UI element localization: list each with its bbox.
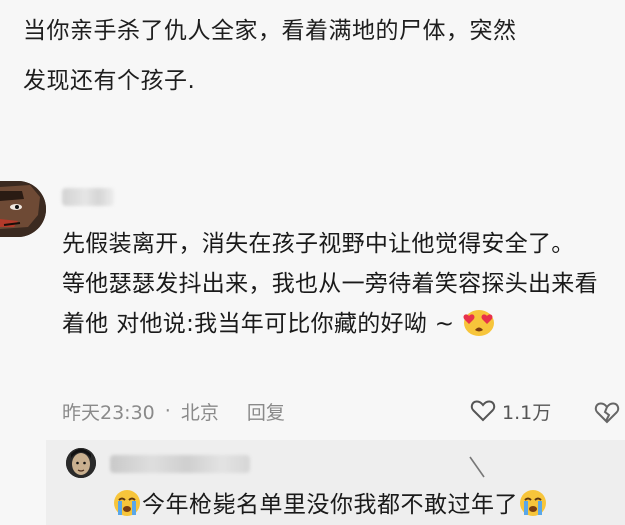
reply-arrow-icon: [469, 456, 485, 478]
avatar-portrait-icon: [0, 181, 46, 237]
like-button[interactable]: 1.1万: [470, 396, 551, 426]
comment-paragraph-2: 等他瑟瑟发抖出来，我也从一旁待着笑容探头出来看着他 对他说:我当年可比你藏的好呦…: [62, 264, 612, 344]
comment-time: 昨天23:30: [62, 401, 155, 424]
broken-heart-icon[interactable]: [594, 399, 620, 425]
post-text: 当你亲手杀了仇人全家，看着满地的尸体，突然 发现还有个孩子.: [23, 6, 608, 106]
crying-emoji-icon: [114, 490, 140, 516]
like-count: 1.1万: [502, 401, 552, 424]
post-line-2: 发现还有个孩子.: [23, 68, 196, 94]
comment-paragraph-1: 先假装离开，消失在孩子视野中让他觉得安全了。: [62, 231, 575, 257]
reply-avatar[interactable]: [66, 448, 96, 478]
comment-body: 先假装离开，消失在孩子视野中让他觉得安全了。 等他瑟瑟发抖出来，我也从一旁待着笑…: [62, 224, 612, 344]
comment-meta: 昨天23:30 · 北京 回复: [62, 396, 285, 426]
reply-name-blurred[interactable]: [110, 455, 250, 473]
comment-paragraph-2-text: 等他瑟瑟发抖出来，我也从一旁待着笑容探头出来看着他 对他说:我当年可比你藏的好呦…: [62, 271, 598, 337]
comment-location: 北京: [180, 401, 219, 424]
reply-avatar-portrait-icon: [66, 448, 96, 478]
meta-separator: ·: [164, 400, 171, 422]
post-line-1: 当你亲手杀了仇人全家，看着满地的尸体，突然: [23, 18, 517, 44]
commenter-avatar[interactable]: [0, 181, 46, 237]
heart-eyes-emoji-icon: [463, 310, 494, 336]
screenshot-page: 当你亲手杀了仇人全家，看着满地的尸体，突然 发现还有个孩子. 先假装离开，消失在…: [0, 0, 625, 525]
reply-body: 今年枪毙名单里没你我都不敢过年了: [112, 488, 548, 522]
crying-emoji-icon: [520, 490, 546, 516]
reply-text: 今年枪毙名单里没你我都不敢过年了: [142, 492, 518, 518]
heart-outline-icon: [470, 400, 496, 422]
reply-button[interactable]: 回复: [247, 398, 285, 425]
commenter-name-blurred[interactable]: [62, 188, 114, 206]
